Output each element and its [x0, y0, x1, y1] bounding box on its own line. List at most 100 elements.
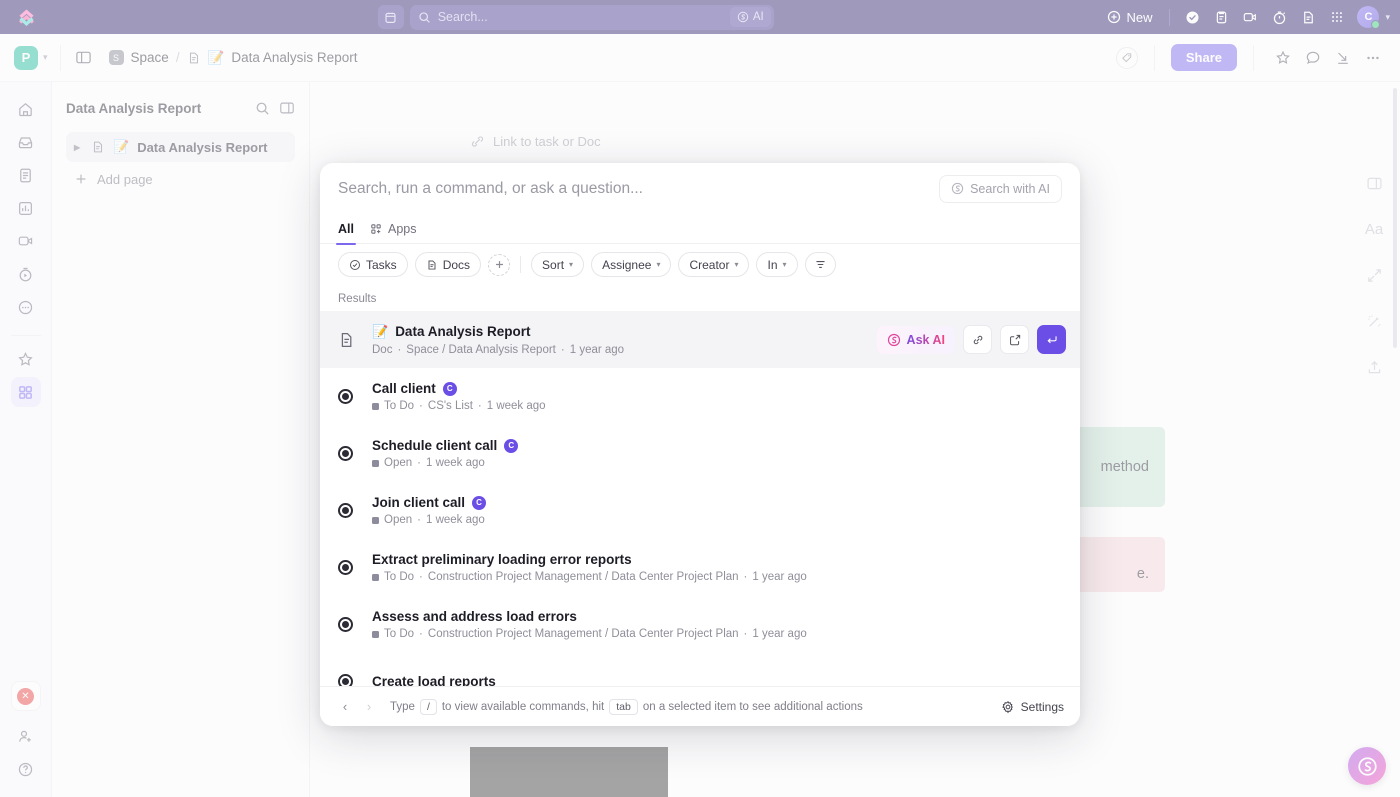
- command-palette-tabs: All Apps: [320, 214, 1080, 245]
- dropdown-in-label: In: [767, 257, 778, 272]
- command-palette-modal: Search with AI All Apps Tasks: [320, 163, 1080, 726]
- result-task-status: To Do: [384, 571, 415, 583]
- result-task-meta: To Do · Construction Project Management …: [372, 571, 1066, 583]
- result-row-task[interactable]: Create load reports: [320, 653, 1080, 686]
- result-task-title-row: Join client call C: [372, 495, 1066, 510]
- command-palette-search-row: Search with AI: [320, 163, 1080, 214]
- ai-sparkle-icon: [951, 182, 964, 195]
- result-row-task[interactable]: Call client C To Do · CS's List · 1 week…: [320, 368, 1080, 425]
- result-task-title: Create load reports: [372, 674, 496, 686]
- result-task-title: Join client call: [372, 495, 466, 510]
- result-task-time: 1 year ago: [752, 628, 807, 640]
- filter-chip-docs[interactable]: Docs: [414, 252, 482, 277]
- task-status-icon: [338, 560, 372, 575]
- command-palette-footer: ‹ › Type / to view available commands, h…: [320, 686, 1080, 726]
- result-task-time: 1 week ago: [486, 400, 546, 412]
- tab-apps[interactable]: Apps: [370, 214, 417, 244]
- meta-dot: ·: [419, 571, 423, 583]
- chevron-down-icon: ▾: [734, 260, 739, 269]
- result-task-title: Call client: [372, 381, 436, 396]
- task-check-icon: [350, 259, 360, 270]
- result-task-time: 1 week ago: [425, 514, 485, 526]
- chevron-down-icon: ▾: [782, 260, 787, 269]
- chevron-right-icon[interactable]: ›: [360, 698, 378, 716]
- open-external-icon: [1009, 334, 1020, 345]
- result-task-meta: Open · 1 week ago: [372, 457, 1066, 469]
- dropdown-in[interactable]: In ▾: [756, 252, 798, 277]
- search-with-ai-button[interactable]: Search with AI: [939, 174, 1062, 203]
- ai-sparkle-icon: [887, 333, 900, 346]
- enter-button[interactable]: [1037, 325, 1066, 354]
- dropdown-assignee-label: Assignee: [602, 257, 652, 272]
- dropdown-assignee[interactable]: Assignee ▾: [591, 252, 672, 277]
- doc-icon: [338, 331, 372, 349]
- meta-dot: ·: [419, 400, 423, 412]
- chevron-left-icon[interactable]: ‹: [336, 698, 354, 716]
- meta-dot: ·: [560, 343, 565, 356]
- result-task-title-row: Call client C: [372, 381, 1066, 396]
- result-task-body: Assess and address load errors To Do · C…: [372, 609, 1066, 640]
- tab-apps-label: Apps: [387, 221, 417, 236]
- tab-all[interactable]: All: [336, 214, 356, 245]
- copy-link-button[interactable]: [963, 325, 992, 354]
- result-task-title-row: Assess and address load errors: [372, 609, 1066, 624]
- link-icon: [973, 335, 982, 344]
- result-task-body: Create load reports: [372, 674, 1066, 686]
- result-row-doc[interactable]: 📝 Data Analysis Report Doc · Space / Dat…: [320, 311, 1080, 368]
- plus-icon: [495, 261, 503, 268]
- ask-ai-button[interactable]: Ask AI: [876, 325, 955, 354]
- result-task-path: CS's List: [427, 400, 473, 412]
- add-filter-button[interactable]: [488, 253, 511, 276]
- chevron-down-icon: ▾: [656, 260, 661, 269]
- result-task-time: 1 year ago: [752, 571, 807, 583]
- result-doc-emoji: 📝: [372, 323, 389, 339]
- result-row-task[interactable]: Assess and address load errors To Do · C…: [320, 596, 1080, 653]
- dropdown-sort[interactable]: Sort ▾: [531, 252, 585, 277]
- dropdown-creator-label: Creator: [689, 257, 730, 272]
- result-doc-type: Doc: [372, 343, 393, 356]
- command-palette-input[interactable]: [338, 179, 940, 198]
- result-task-time: 1 week ago: [425, 457, 485, 469]
- result-task-path: Construction Project Management / Data C…: [427, 571, 739, 583]
- result-task-title-row: Schedule client call C: [372, 438, 1066, 453]
- result-doc-body: 📝 Data Analysis Report Doc · Space / Dat…: [372, 324, 877, 356]
- settings-button[interactable]: Settings: [1001, 700, 1064, 714]
- filter-chip-docs-label: Docs: [442, 257, 471, 272]
- result-task-title-row: Extract preliminary loading error report…: [372, 552, 1066, 567]
- open-external-button[interactable]: [1000, 325, 1029, 354]
- result-task-title: Schedule client call: [372, 438, 498, 453]
- task-status-icon: [338, 446, 372, 461]
- command-palette-filters: Tasks Docs Sort ▾ Assignee ▾ Creator ▾ I…: [320, 244, 1080, 285]
- doc-icon: [428, 259, 436, 270]
- result-row-task[interactable]: Extract preliminary loading error report…: [320, 539, 1080, 596]
- search-with-ai-label: Search with AI: [970, 181, 1050, 196]
- meta-dot: ·: [477, 400, 482, 412]
- result-doc-path: Space / Data Analysis Report: [406, 343, 556, 356]
- dropdown-creator[interactable]: Creator ▾: [678, 252, 750, 277]
- meta-dot: ·: [397, 343, 402, 356]
- status-swatch: [372, 516, 379, 524]
- result-task-body: Call client C To Do · CS's List · 1 week…: [372, 381, 1066, 412]
- meta-dot: ·: [417, 514, 421, 526]
- result-task-meta: To Do · Construction Project Management …: [372, 628, 1066, 640]
- result-task-status: To Do: [384, 400, 415, 412]
- result-task-path: Construction Project Management / Data C…: [427, 628, 739, 640]
- result-task-status: Open: [384, 457, 413, 469]
- filter-chip-tasks[interactable]: Tasks: [338, 252, 408, 277]
- dropdown-sort-label: Sort: [542, 257, 565, 272]
- result-task-title: Assess and address load errors: [372, 609, 577, 624]
- result-row-task[interactable]: Schedule client call C Open · 1 week ago: [320, 425, 1080, 482]
- result-task-meta: Open · 1 week ago: [372, 514, 1066, 526]
- status-swatch: [372, 459, 379, 467]
- assignee-avatar: C: [504, 438, 519, 453]
- result-row-task[interactable]: Join client call C Open · 1 week ago: [320, 482, 1080, 539]
- filter-icon-button[interactable]: [804, 252, 836, 277]
- chevron-down-icon: ▾: [569, 260, 574, 269]
- key-slash: /: [419, 698, 437, 715]
- filter-divider: [520, 256, 522, 273]
- filter-chip-tasks-label: Tasks: [366, 257, 397, 272]
- task-status-icon: [338, 389, 372, 404]
- meta-dot: ·: [743, 571, 748, 583]
- footer-hint-1: Type: [390, 700, 415, 713]
- results-label: Results: [338, 293, 377, 305]
